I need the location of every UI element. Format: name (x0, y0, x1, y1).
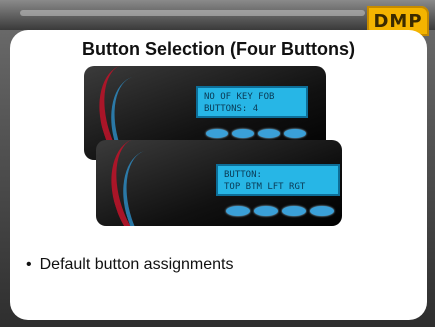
lcd-line-2: TOP BTM LFT RGT (224, 182, 306, 192)
logo-text: DMP (373, 10, 423, 32)
keypad-button-2[interactable] (232, 129, 254, 138)
keypad-button-top[interactable] (226, 206, 250, 216)
keypad-button-4[interactable] (284, 129, 306, 138)
bullet-text: Default button assignments (39, 256, 234, 273)
keypad-buttons-front (226, 206, 334, 216)
keypad-button-left[interactable] (282, 206, 306, 216)
lcd-screen-front: BUTTON: TOP BTM LFT RGT (216, 164, 340, 196)
lcd-line-1: BUTTON: (224, 170, 262, 180)
keypad-button-bottom[interactable] (254, 206, 278, 216)
lcd-screen-back: NO OF KEY FOB BUTTONS: 4 (196, 86, 308, 118)
top-bar-highlight (20, 10, 365, 16)
keypad-button-3[interactable] (258, 129, 280, 138)
lcd-line-2: BUTTONS: 4 (204, 104, 259, 114)
slide-panel: Button Selection (Four Buttons) NO OF KE… (10, 30, 427, 320)
bullet-symbol: • (26, 256, 32, 273)
keypad-button-1[interactable] (206, 129, 228, 138)
bullet-item: • Default button assignments (26, 256, 234, 274)
keypad-button-right[interactable] (310, 206, 334, 216)
keyfob-device-front: BUTTON: TOP BTM LFT RGT (96, 140, 342, 226)
keypad-buttons-back (206, 129, 306, 138)
slide-title: Button Selection (Four Buttons) (82, 39, 355, 59)
lcd-line-1: NO OF KEY FOB (204, 92, 275, 102)
